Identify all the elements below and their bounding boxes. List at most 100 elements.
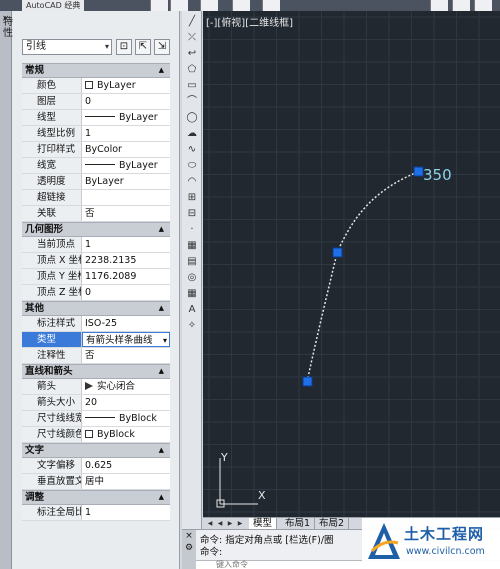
property-value[interactable]: 2238.2135 [82,253,170,268]
property-value[interactable]: 实心闭合 [82,379,170,394]
property-value[interactable]: ISO-25 [82,316,170,331]
property-value[interactable]: 1 [82,237,170,252]
select-objects-button[interactable]: ⇱ [135,39,151,55]
circle-icon[interactable]: ◯ [184,111,200,125]
revcloud-icon[interactable]: ☁ [184,127,200,141]
chevron-down-icon[interactable]: ▾ [163,333,167,346]
property-row[interactable]: 尺寸线颜色 ByBlock [22,427,170,443]
property-value[interactable]: ByLayer [82,110,170,125]
property-row[interactable]: 箭头 实心闭合 [22,379,170,395]
command-window-strip[interactable]: × ⚙ [182,530,196,569]
property-row[interactable]: 图层 0 [22,94,170,110]
section-header[interactable]: 文字 ▲ [22,443,170,458]
next-tab-icon[interactable]: ▶ [225,519,235,529]
last-tab-icon[interactable]: ▶ [235,519,245,529]
section-header[interactable]: 调整 ▲ [22,490,170,505]
polygon-icon[interactable]: ⬠ [184,63,200,77]
property-value[interactable]: 1 [82,505,170,520]
property-row[interactable]: 颜色 ByLayer [22,78,170,94]
prev-tab-icon[interactable]: ◀ [215,519,225,529]
quick-access-button[interactable] [452,0,470,11]
section-header[interactable]: 其他 ▲ [22,301,170,316]
quick-access-button[interactable] [170,0,188,11]
rectangle-icon[interactable]: ▭ [184,79,200,93]
multiline-text-icon[interactable]: A [184,303,200,317]
viewport-controls-label[interactable]: [-][俯视][二维线框] [206,14,293,29]
arc-icon[interactable]: ⌒ [184,95,200,109]
spline-icon[interactable]: ∿ [184,143,200,157]
line-tool-icon[interactable]: ╱ [184,15,200,29]
property-row[interactable]: 顶点 Y 坐标 1176.2089 [22,269,170,285]
insert-block-icon[interactable]: ⊞ [184,191,200,205]
collapse-icon[interactable]: ▲ [159,64,164,77]
property-value[interactable]: 0 [82,94,170,109]
make-block-icon[interactable]: ⊟ [184,207,200,221]
property-row[interactable]: 顶点 X 坐标2238.2135 [22,253,170,269]
table-icon[interactable]: ▦ [184,287,200,301]
section-header[interactable]: 几何图形 ▲ [22,222,170,237]
gradient-icon[interactable]: ▤ [184,255,200,269]
property-value[interactable]: 有箭头样条曲线 ▾ [82,332,170,347]
property-row[interactable]: 文字偏移 0.625 [22,458,170,474]
property-value[interactable]: 否 [82,206,170,221]
quick-access-button[interactable] [430,0,448,11]
collapse-icon[interactable]: ▲ [159,491,164,504]
collapse-icon[interactable]: ▲ [159,223,164,236]
property-value[interactable]: 居中 [82,474,170,489]
property-value[interactable]: 1 [82,126,170,141]
property-row[interactable]: 顶点 Z 坐标0 [22,285,170,301]
property-row[interactable]: 线型比例 1 [22,126,170,142]
close-icon[interactable]: × [182,530,196,542]
property-value[interactable]: 0 [82,285,170,300]
property-row[interactable]: 当前顶点 1 [22,237,170,253]
property-row[interactable]: 注释性否 [22,348,170,364]
region-icon[interactable]: ◎ [184,271,200,285]
point-icon[interactable]: · [184,223,200,237]
quick-access-button[interactable] [262,0,280,11]
drawing-viewport[interactable]: 350 Y X [-][俯视][二维线框] [203,11,500,517]
property-value[interactable]: 否 [82,348,170,363]
property-value[interactable] [82,190,170,205]
quick-select-button[interactable]: ⊡ [116,39,132,55]
construction-line-icon[interactable]: ⤫ [184,31,200,45]
property-row[interactable]: 垂直放置文字居中 [22,474,170,490]
property-row[interactable]: 类型 有箭头样条曲线 ▾ [22,332,170,348]
collapse-icon[interactable]: ▲ [159,302,164,315]
property-value[interactable]: 20 [82,395,170,410]
property-row[interactable]: 超链接 [22,190,170,206]
property-value[interactable]: 1176.2089 [82,269,170,284]
property-value[interactable]: ByLayer [82,158,170,173]
palette-title-strip[interactable]: × [0,11,12,569]
section-header[interactable]: 常规 ▲ [22,63,170,78]
property-value[interactable]: 0.625 [82,458,170,473]
polyline-icon[interactable]: ↩ [184,47,200,61]
quick-access-button[interactable] [200,0,218,11]
property-row[interactable]: 尺寸线线宽 ByBlock [22,411,170,427]
property-row[interactable]: 打印样式 ByColor [22,142,170,158]
first-tab-icon[interactable]: ◀ [205,519,215,529]
property-row[interactable]: 标注全局比例1 [22,505,170,521]
property-row[interactable]: 透明度 ByLayer [22,174,170,190]
collapse-icon[interactable]: ▲ [159,444,164,457]
hatch-icon[interactable]: ▦ [184,239,200,253]
property-row[interactable]: 箭头大小 20 [22,395,170,411]
add-selected-icon[interactable]: ✧ [184,319,200,333]
pickadd-toggle-button[interactable]: ⇲ [154,39,170,55]
property-value[interactable]: ByLayer [82,78,170,93]
property-value[interactable]: ByBlock [82,411,170,426]
property-row[interactable]: 线宽 ByLayer [22,158,170,174]
section-header[interactable]: 直线和箭头 ▲ [22,364,170,379]
settings-icon[interactable]: ⚙ [182,542,196,554]
property-row[interactable]: 关联否 [22,206,170,222]
quick-access-button[interactable] [150,0,168,11]
property-value[interactable]: ByBlock [82,427,170,442]
collapse-icon[interactable]: ▲ [159,365,164,378]
ellipse-icon[interactable]: ⬭ [184,159,200,173]
ellipse-arc-icon[interactable]: ◠ [184,175,200,189]
property-row[interactable]: 标注样式 ISO-25 [22,316,170,332]
property-row[interactable]: 线型 ByLayer [22,110,170,126]
drawing-canvas[interactable]: 350 Y X [203,11,500,517]
property-value[interactable]: ByColor [82,142,170,157]
quick-access-button[interactable] [232,0,250,11]
quick-access-button[interactable] [474,0,492,11]
